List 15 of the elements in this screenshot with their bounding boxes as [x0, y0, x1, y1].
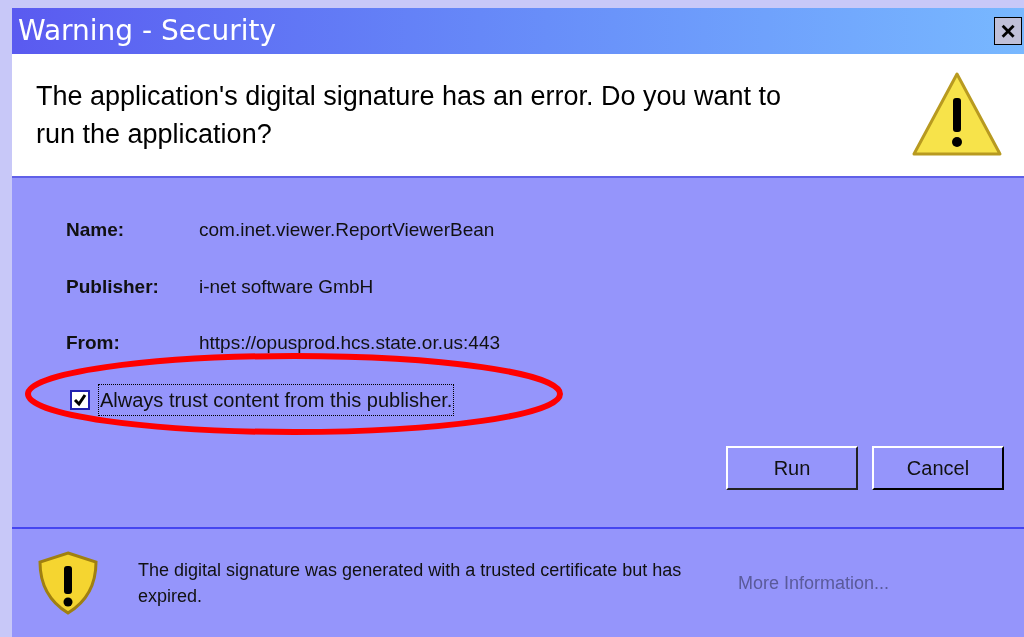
window-title: Warning - Security [18, 13, 276, 49]
field-value: https://opusprod.hcs.state.or.us:443 [199, 331, 501, 355]
checkbox[interactable] [70, 389, 90, 410]
field-value: i-net software GmbH [199, 274, 374, 299]
field-label: Publisher: [66, 274, 160, 299]
field-value: com.inet.viewer.ReportViewerBean [199, 218, 495, 242]
footer-message: The digital signature was generated with a trusted certificate but has expired. [138, 559, 683, 608]
shield-warning-icon [36, 550, 100, 616]
dialog-button[interactable]: Cancel [872, 445, 1004, 490]
dialog-button[interactable]: Run [726, 445, 858, 490]
field-label: Name: [66, 218, 126, 242]
header-message: The application's digital signature has an error. Do you want to run the application? [36, 80, 783, 151]
field-label: From: [66, 331, 121, 355]
close-button[interactable]: × [994, 17, 1022, 45]
check-icon [73, 392, 87, 407]
